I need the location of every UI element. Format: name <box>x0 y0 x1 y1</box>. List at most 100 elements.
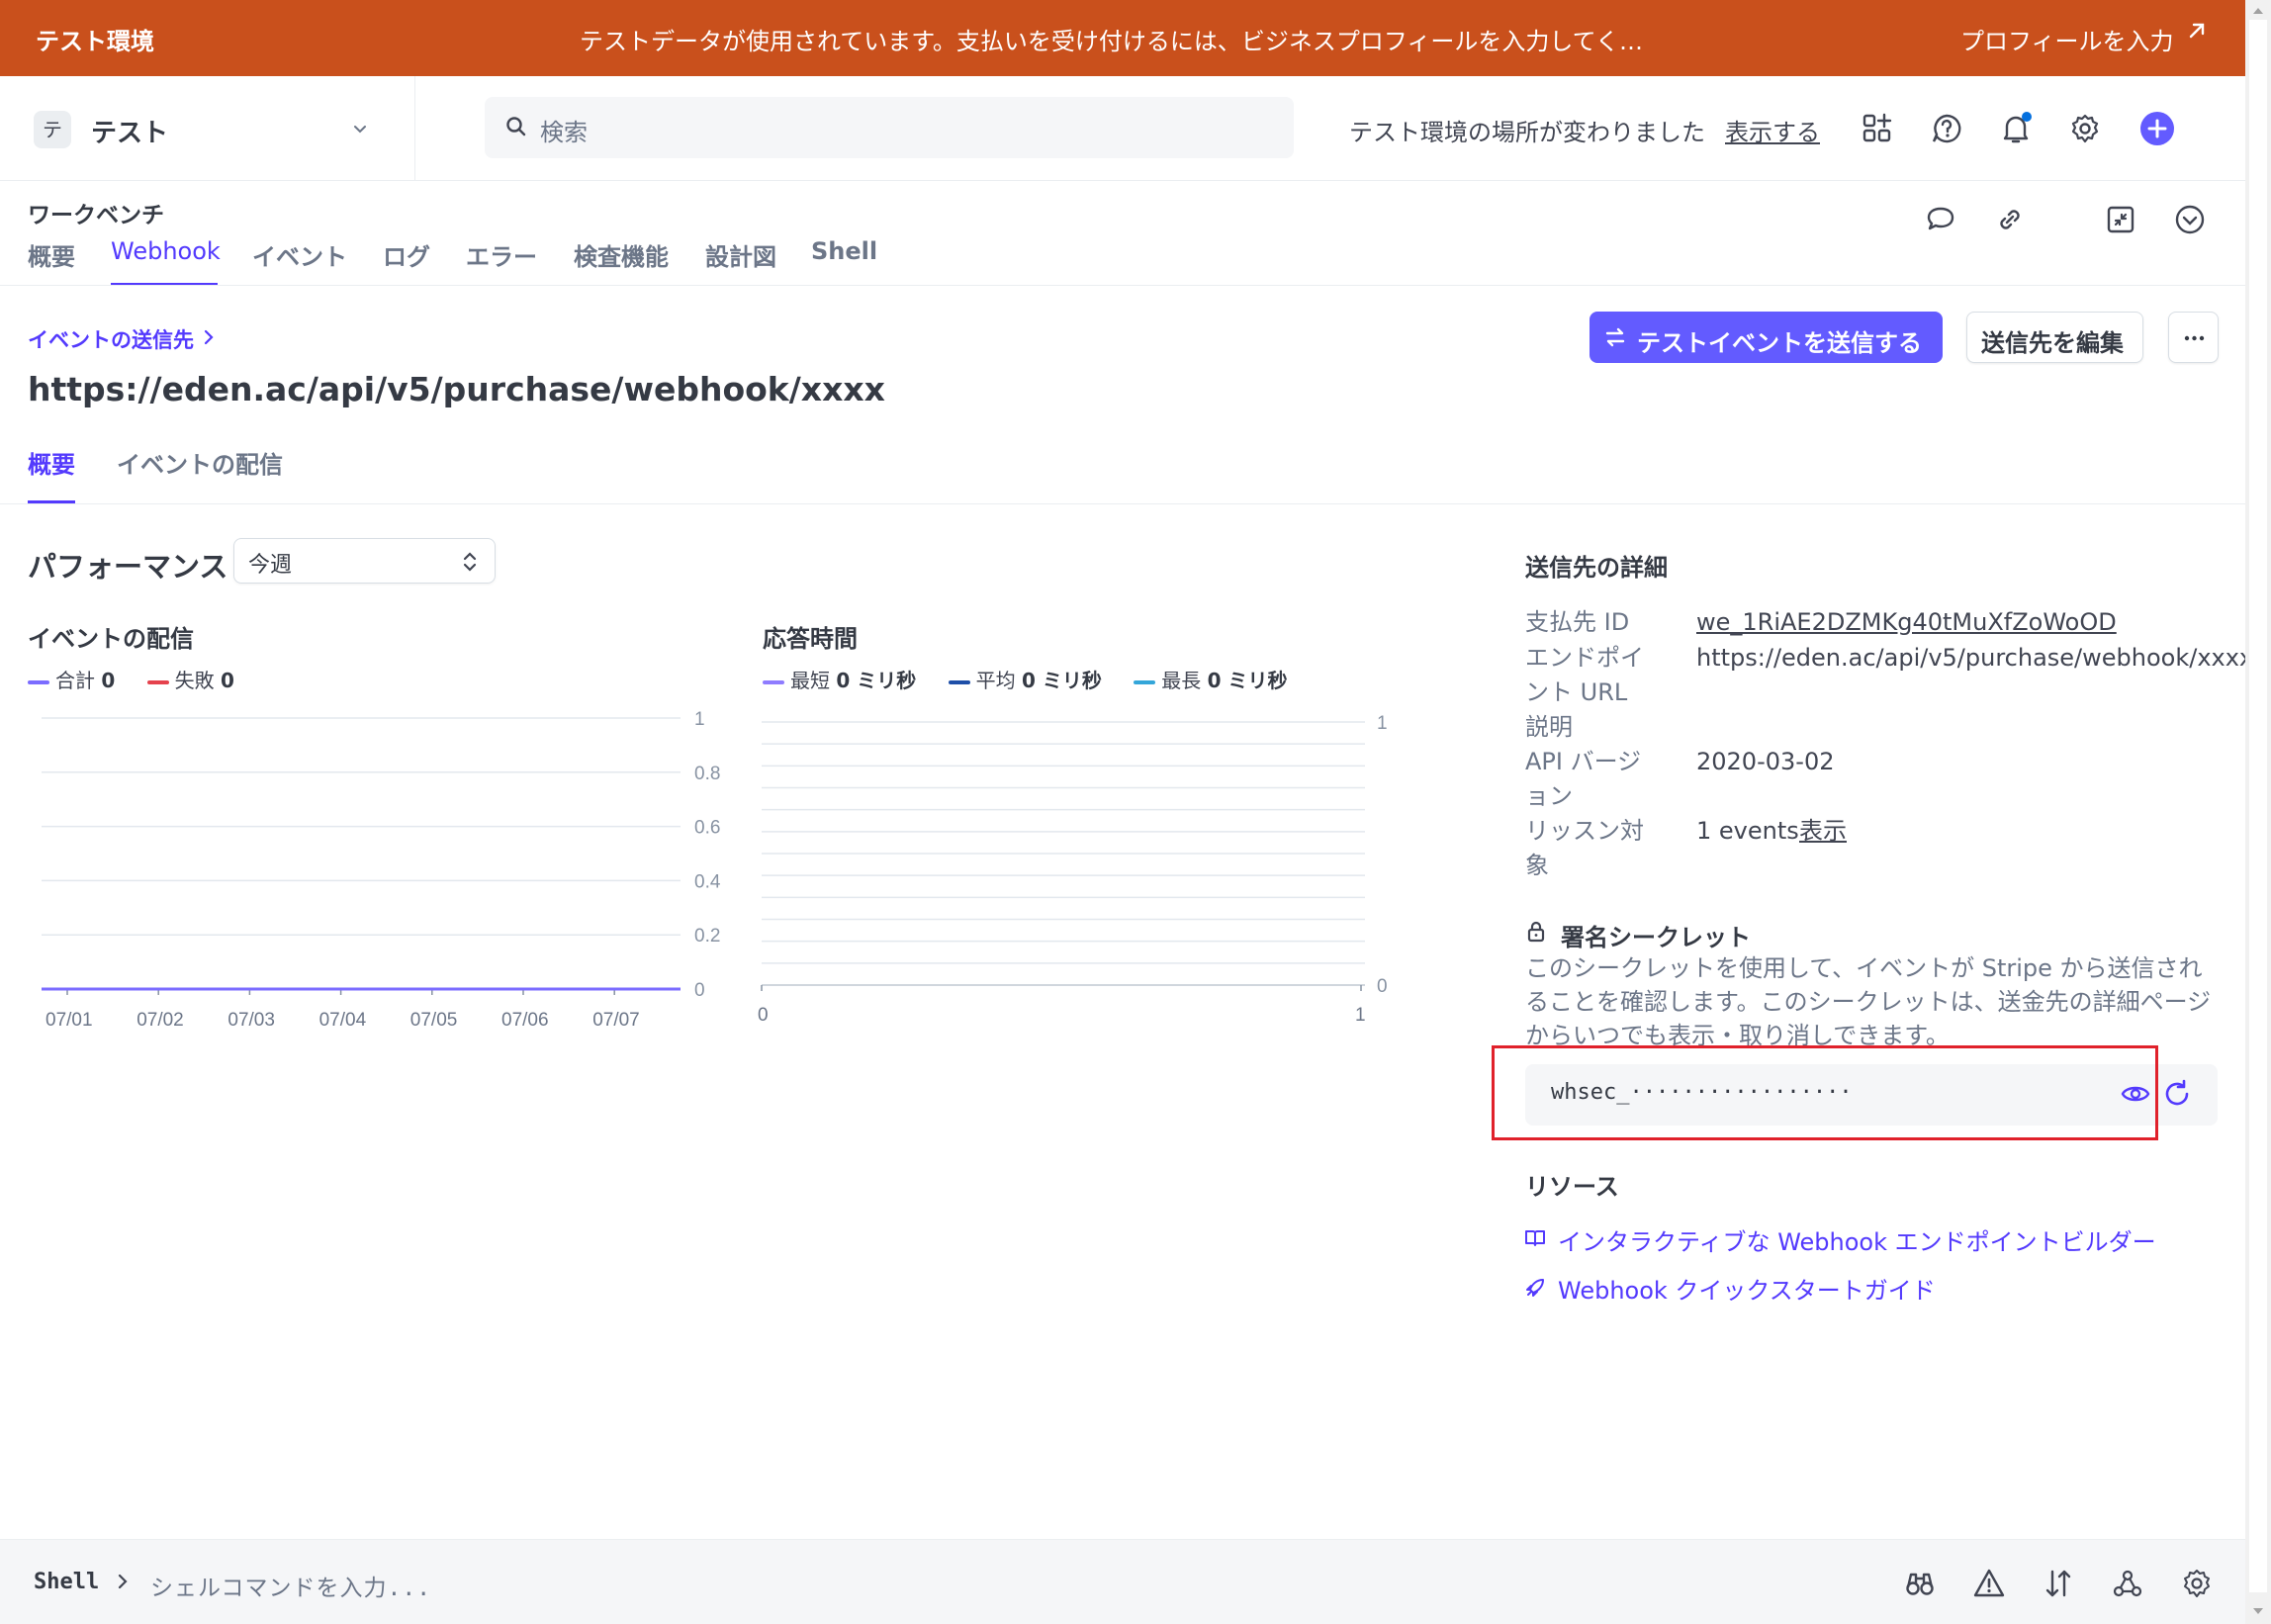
send-test-event-button[interactable]: テストイベントを送信する <box>1590 312 1943 363</box>
apps-icon[interactable] <box>1860 111 1895 146</box>
search-icon <box>504 115 528 138</box>
workbench-title: ワークベンチ <box>28 203 164 228</box>
edit-destination-label: 送信先を編集 <box>1981 329 2124 357</box>
shell-command-input[interactable]: シェルコマンドを入力... <box>150 1569 431 1602</box>
edit-destination-button[interactable]: 送信先を編集 <box>1966 312 2143 363</box>
chart1-title: イベントの配信 <box>28 625 194 653</box>
scroll-down-icon[interactable] <box>2252 1606 2264 1616</box>
detail-label-endpoint: エンドポイント URL <box>1525 644 1644 706</box>
lock-icon <box>1525 920 1547 944</box>
legend-max: 最長 0 ミリ秒 <box>1134 665 1287 693</box>
more-dots-icon <box>2184 335 2205 341</box>
webhook-builder-link[interactable]: インタラクティブな Webhook エンドポイントビルダー <box>1558 1222 2156 1257</box>
y-tick-label: 0.8 <box>694 764 720 784</box>
detail-value-endpoint: https://eden.ac/api/v5/purchase/webhook/… <box>1696 644 2254 672</box>
legend-failed-label: 失敗 <box>174 669 215 692</box>
test-mode-banner: テスト環境 テストデータが使用されています。支払いを受け付けるには、ビジネスプロ… <box>0 0 2245 76</box>
breadcrumb[interactable]: イベントの送信先 <box>28 324 194 354</box>
book-icon <box>1523 1226 1547 1250</box>
search-input[interactable]: 検索 <box>485 97 1294 158</box>
highlight-box <box>1492 1045 2158 1140</box>
y-tick-label: 0.6 <box>694 818 720 839</box>
tab-webhook[interactable]: Webhook <box>111 237 221 265</box>
x-tick-label: 07/07 <box>592 1010 640 1031</box>
subtab-overview[interactable]: 概要 <box>28 445 75 480</box>
x-tick-label: 07/01 <box>45 1010 93 1031</box>
swap-arrows-icon <box>1603 325 1627 349</box>
tab-overview[interactable]: 概要 <box>28 237 75 272</box>
account-badge: テ <box>34 111 71 148</box>
scrollbar-thumb[interactable] <box>2249 20 2267 1592</box>
legend-avg: 平均 0 ミリ秒 <box>948 665 1102 693</box>
chart2-legend: 最短 0 ミリ秒 平均 0 ミリ秒 最長 0 ミリ秒 <box>763 665 1313 693</box>
legend-failed-value: 0 <box>221 669 234 692</box>
x-tick-label: 07/05 <box>410 1010 458 1031</box>
detail-label-description: 説明 <box>1525 713 1573 741</box>
collapse-chevron-icon[interactable] <box>2172 202 2208 237</box>
link-icon[interactable] <box>1992 202 2028 237</box>
create-plus-icon[interactable] <box>2139 111 2175 146</box>
response-time-chart: 100 1 <box>758 713 1388 1026</box>
period-value: 今週 <box>248 553 293 578</box>
binoculars-icon[interactable] <box>1903 1567 1937 1600</box>
tab-shell[interactable]: Shell <box>811 237 877 265</box>
webhook-icon[interactable] <box>2111 1567 2144 1600</box>
notifications-icon[interactable] <box>1998 111 2034 146</box>
env-note-link[interactable]: 表示する <box>1725 113 1820 147</box>
refresh-icon[interactable] <box>2162 1078 2192 1110</box>
signing-secret-title: 署名シークレット <box>1561 924 1751 951</box>
send-test-event-label: テストイベントを送信する <box>1637 329 1922 357</box>
x-tick-label: 07/04 <box>319 1010 367 1031</box>
detail-value-listening: 1 events <box>1696 817 1799 845</box>
select-arrows-icon <box>460 549 480 575</box>
y-tick-label: 1 <box>1377 713 1388 734</box>
warning-icon[interactable] <box>1972 1567 2006 1600</box>
comment-icon[interactable] <box>1923 202 1958 237</box>
tab-blueprint[interactable]: 設計図 <box>705 237 776 272</box>
legend-min-label: 最短 <box>790 669 830 692</box>
x-tick-label: 07/02 <box>136 1010 184 1031</box>
sort-arrows-icon[interactable] <box>2042 1567 2075 1600</box>
y-tick-label: 1 <box>694 709 705 730</box>
detail-value-id[interactable]: we_1RiAE2DZMKg40tMuXfZoWoOD <box>1696 605 2117 640</box>
subtab-event-deliveries[interactable]: イベントの配信 <box>117 445 283 480</box>
listening-show-link[interactable]: 表示 <box>1799 814 1847 849</box>
tab-events[interactable]: イベント <box>252 237 347 272</box>
shell-settings-icon[interactable] <box>2180 1567 2214 1600</box>
legend-total-value: 0 <box>101 669 116 692</box>
legend-failed: 失敗 0 <box>146 665 234 693</box>
period-select[interactable]: 今週 <box>233 538 496 584</box>
enter-profile-link[interactable]: プロフィールを入力 <box>1960 22 2174 56</box>
settings-gear-icon[interactable] <box>2067 111 2103 146</box>
resources-title: リソース <box>1525 1173 1619 1201</box>
details-title: 送信先の詳細 <box>1525 554 1668 582</box>
page-scrollbar[interactable] <box>2245 0 2271 1624</box>
help-icon[interactable] <box>1929 111 1964 146</box>
webhook-quickstart-link[interactable]: Webhook クイックスタートガイド <box>1558 1271 1936 1306</box>
rocket-icon <box>1523 1276 1547 1300</box>
subtab-divider <box>0 503 2245 504</box>
chevron-right-icon <box>202 328 216 346</box>
more-options-button[interactable] <box>2168 312 2219 363</box>
chevron-right-icon <box>115 1572 131 1591</box>
tab-logs[interactable]: ログ <box>383 237 430 272</box>
y-tick-label: 0.4 <box>694 871 721 892</box>
chart2-title: 応答時間 <box>763 625 858 653</box>
tab-inspector[interactable]: 検査機能 <box>574 237 669 272</box>
search-placeholder: 検索 <box>540 119 588 146</box>
tab-errors[interactable]: エラー <box>466 237 537 272</box>
scroll-up-icon[interactable] <box>2252 6 2264 16</box>
minimize-icon[interactable] <box>2103 202 2138 237</box>
y-tick-label: 0 <box>694 980 705 1001</box>
legend-total: 合計 0 <box>28 665 115 693</box>
account-name: テスト <box>91 119 169 148</box>
account-switcher[interactable]: テ テスト <box>34 109 380 150</box>
legend-failed-swatch <box>146 679 169 684</box>
arrow-up-right-icon[interactable] <box>2186 20 2208 42</box>
y-tick-label: 0 <box>1377 976 1388 997</box>
x-tick-label: 0 <box>758 1005 769 1026</box>
x-tick-label: 07/06 <box>501 1010 549 1031</box>
performance-title: パフォーマンス <box>28 550 228 584</box>
legend-max-label: 最長 <box>1161 669 1202 692</box>
workbench-divider <box>0 285 2245 286</box>
